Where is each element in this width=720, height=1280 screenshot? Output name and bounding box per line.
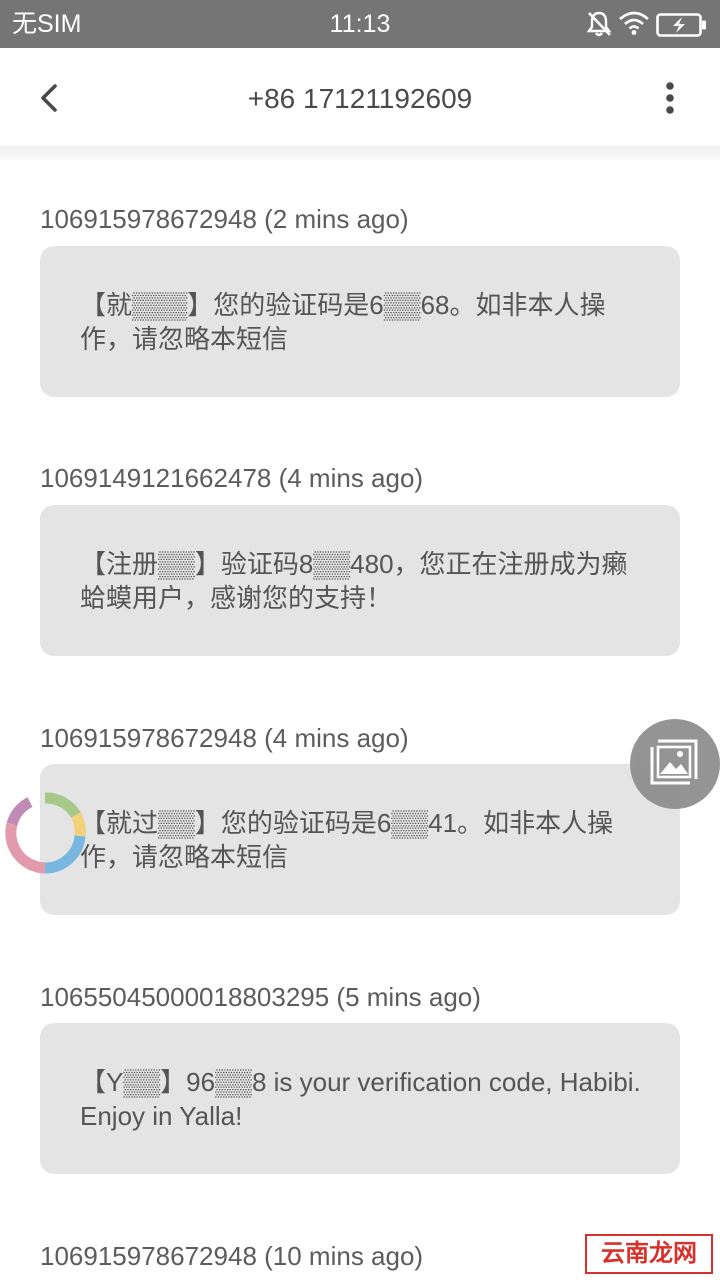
header-divider (0, 146, 720, 160)
page-title: +86 17121192609 (247, 83, 473, 114)
message-sender: 106915978672948 (4 mins ago) (40, 723, 409, 753)
wifi-icon (618, 10, 650, 41)
message-sender: 10655045000018803295 (5 mins ago) (40, 982, 481, 1012)
message-text: 【就▒▒▒】您的验证码是6▒▒68。如非本人操作，请忽略本短信 (80, 290, 606, 354)
message-text: 【Y▒▒】96▒▒8 is your verification code, Ha… (80, 1067, 641, 1131)
more-options-button[interactable] (650, 78, 690, 118)
app-header: +86 17121192609 (0, 48, 720, 148)
status-bar: 无SIM 11:13 (0, 0, 720, 48)
message-sender: 1069149121662478 (4 mins ago) (40, 463, 424, 493)
clock: 11:13 (329, 10, 391, 38)
message-sender: 106915978672948 (2 mins ago) (40, 204, 409, 234)
message-text: 【就过▒▒】您的验证码是6▒▒41。如非本人操作，请忽略本短信 (80, 808, 614, 872)
loading-ring-icon (0, 788, 90, 878)
message-bubble[interactable]: 【就▒▒▒】您的验证码是6▒▒68。如非本人操作，请忽略本短信 (40, 246, 680, 397)
message-sender: 106915978672948 (10 mins ago) (40, 1241, 424, 1271)
message-bubble[interactable]: 【注册▒▒】验证码8▒▒480，您正在注册成为癞蛤蟆用户，感谢您的支持！ (40, 505, 680, 656)
message-text: 【注册▒▒】验证码8▒▒480，您正在注册成为癞蛤蟆用户，感谢您的支持！ (80, 549, 628, 613)
image-crop-icon (650, 739, 698, 785)
message-bubble[interactable]: 【Y▒▒】96▒▒8 is your verification code, Ha… (40, 1023, 680, 1174)
more-vertical-icon (666, 82, 674, 114)
floating-image-button[interactable] (630, 719, 720, 809)
watermark: 云南龙网 (585, 1234, 713, 1274)
bell-off-icon (586, 10, 612, 43)
battery-charging-icon (656, 12, 708, 43)
message-bubble[interactable]: 【就过▒▒】您的验证码是6▒▒41。如非本人操作，请忽略本短信 (40, 764, 680, 915)
